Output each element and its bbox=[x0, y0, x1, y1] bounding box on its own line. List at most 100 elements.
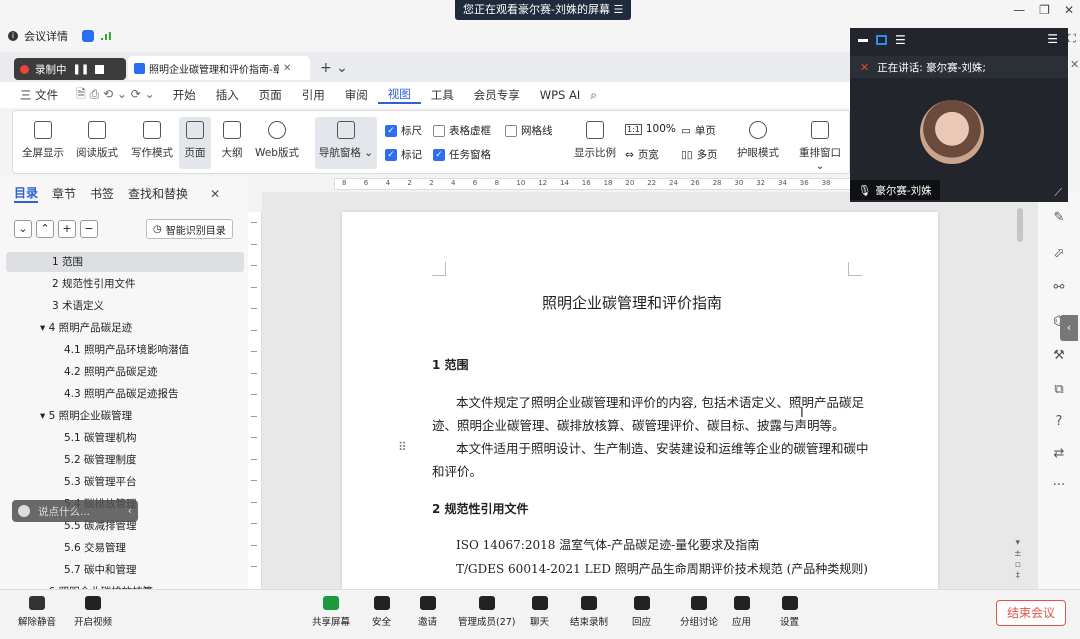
ruler-checkbox[interactable]: ✓ 标尺 bbox=[385, 123, 422, 138]
expand-icon[interactable]: ⌃ bbox=[36, 220, 54, 238]
mark-checkbox[interactable]: ✓ 标记 bbox=[385, 147, 422, 162]
layout-icon[interactable]: ☰ bbox=[1047, 32, 1058, 46]
add-icon[interactable]: + bbox=[58, 220, 76, 238]
close-tab-icon[interactable]: ✕ bbox=[283, 63, 291, 74]
toc-item[interactable]: 5.7 碳中和管理 bbox=[6, 560, 244, 580]
menu-file[interactable]: 三 文件 bbox=[10, 87, 68, 103]
document-page[interactable]: 照明企业碳管理和评价指南 1 范围 本文件规定了照明企业碳管理和评价的内容, 包… bbox=[342, 212, 938, 589]
collapse-panel-icon[interactable]: ‹ bbox=[1060, 315, 1078, 341]
tab-chapter[interactable]: 章节 bbox=[52, 185, 76, 202]
task-pane-checkbox[interactable]: ✓ 任务窗格 bbox=[433, 147, 491, 162]
writing-mode-button[interactable]: 写作模式 bbox=[126, 117, 178, 160]
restore-icon[interactable]: ❐ bbox=[1039, 3, 1050, 17]
emoji-icon[interactable] bbox=[18, 505, 30, 517]
scroll-nav-icons[interactable]: ▾ ± ▫ ‡ bbox=[1014, 538, 1022, 582]
minimize-icon[interactable] bbox=[858, 38, 868, 42]
document-tab[interactable]: 照明企业碳管理和评价指南-章 ✕ bbox=[128, 56, 310, 80]
screen-share-banner[interactable]: 您正在观看豪尔赛-刘姝的屏幕 ☰ bbox=[455, 0, 632, 20]
new-tab-button[interactable]: + ⌄ bbox=[320, 60, 348, 76]
menu-page[interactable]: 页面 bbox=[249, 87, 292, 103]
end-recording-button[interactable]: 结束录制 bbox=[570, 596, 608, 628]
menu-review[interactable]: 审阅 bbox=[335, 87, 378, 103]
share-icon[interactable]: ⧉ bbox=[1038, 382, 1080, 397]
toc-item[interactable]: 4.3 照明产品碳足迹报告 bbox=[6, 384, 244, 404]
page-view-button[interactable]: 页面 bbox=[179, 117, 211, 169]
toc-item[interactable]: 2 规范性引用文件 bbox=[6, 274, 244, 294]
manage-members-button[interactable]: 管理成员(27) bbox=[458, 596, 516, 628]
smart-toc-button[interactable]: ◷ 智能识别目录 bbox=[146, 219, 233, 239]
translate-icon[interactable]: ⇄ bbox=[1038, 446, 1080, 461]
toc-item[interactable]: 5.1 碳管理机构 bbox=[6, 428, 244, 448]
toc-item[interactable]: 5.6 交易管理 bbox=[6, 538, 244, 558]
toc-item[interactable]: ▾ 4 照明产品碳足迹 bbox=[6, 318, 244, 338]
menu-member[interactable]: 会员专享 bbox=[464, 87, 530, 103]
select-icon[interactable]: ⬀ bbox=[1038, 246, 1080, 261]
fullscreen-button[interactable]: 全屏显示 bbox=[19, 117, 67, 160]
rearrange-window-button[interactable]: 重排窗口 ⌄ bbox=[793, 117, 847, 172]
menu-reference[interactable]: 引用 bbox=[292, 87, 335, 103]
breakout-button[interactable]: 分组讨论 bbox=[680, 596, 718, 628]
zoom-ratio-button[interactable]: 显示比例 bbox=[571, 117, 619, 160]
window-icon[interactable] bbox=[876, 35, 887, 45]
outline-button[interactable]: 大纲 bbox=[215, 117, 249, 160]
more-icon[interactable]: ··· bbox=[1038, 478, 1080, 493]
settings-button[interactable]: 设置 bbox=[780, 596, 799, 628]
video-panel[interactable]: ☰ ☰ ✕ 正在讲话: 豪尔赛-刘姝; 🎙 豪尔赛-刘姝 ⟋ bbox=[850, 28, 1068, 202]
unmute-button[interactable]: 解除静音 bbox=[18, 596, 56, 628]
expand-icon[interactable]: ⛶ bbox=[1068, 32, 1076, 46]
menu-view[interactable]: 视图 bbox=[377, 86, 421, 104]
chevron-left-icon[interactable]: ‹ bbox=[128, 505, 132, 517]
toc-item[interactable]: 4.2 照明产品碳足迹 bbox=[6, 362, 244, 382]
pen-icon[interactable]: ✎ bbox=[1038, 210, 1080, 225]
menu-home[interactable]: 开始 bbox=[163, 87, 206, 103]
multi-page-button[interactable]: ▯▯ 多页 bbox=[681, 147, 718, 162]
recording-indicator[interactable]: 录制中 ❚❚ bbox=[14, 58, 126, 80]
quick-tools[interactable]: 🗎 ⎙ ⟲ ⌄ ⟳ ⌄ bbox=[76, 85, 155, 106]
zoom-100-button[interactable]: 1:1 100% bbox=[625, 123, 676, 135]
toc-item[interactable]: 5.3 碳管理平台 bbox=[6, 472, 244, 492]
gridline-checkbox[interactable]: 网格线 bbox=[505, 123, 553, 138]
table-grid-checkbox[interactable]: 表格虚框 bbox=[433, 123, 491, 138]
resize-handle-icon[interactable]: ⟋ bbox=[1054, 186, 1062, 200]
web-view-button[interactable]: Web版式 bbox=[253, 117, 301, 160]
toc-item[interactable]: ▾ 5 照明企业碳管理 bbox=[6, 406, 244, 426]
doc-scrollbar[interactable] bbox=[1017, 208, 1023, 242]
page-width-button[interactable]: ⇔ 页宽 bbox=[625, 147, 659, 162]
toc-item[interactable]: 5.2 碳管理制度 bbox=[6, 450, 244, 470]
reading-mode-button[interactable]: 阅读版式 bbox=[71, 117, 123, 160]
adjust-icon[interactable]: ⚯ bbox=[1038, 280, 1080, 295]
meeting-details-link[interactable]: 会议详情 bbox=[24, 28, 68, 44]
nav-pane-button[interactable]: 导航窗格 ⌄ bbox=[315, 117, 377, 169]
chat-bubble-input[interactable]: 说点什么... ‹ bbox=[12, 500, 138, 522]
minimize-icon[interactable]: — bbox=[1013, 3, 1025, 17]
apps-button[interactable]: 应用 bbox=[732, 596, 751, 628]
toc-item[interactable]: 1 范围 bbox=[6, 252, 244, 272]
chat-button[interactable]: 聊天 bbox=[530, 596, 549, 628]
reactions-button[interactable]: 回应 bbox=[632, 596, 651, 628]
share-screen-button[interactable]: 共享屏幕 bbox=[312, 596, 350, 628]
close-video-icon[interactable]: ✕ bbox=[1070, 58, 1079, 71]
tab-toc[interactable]: 目录 bbox=[14, 184, 39, 203]
security-button[interactable]: 安全 bbox=[372, 596, 391, 628]
drag-handle-icon[interactable]: ⠿ bbox=[398, 440, 407, 454]
search-icon[interactable]: ⌕ bbox=[590, 88, 597, 103]
menu-tools[interactable]: 工具 bbox=[421, 87, 464, 103]
close-icon[interactable]: ✕ bbox=[1064, 3, 1074, 17]
list-icon[interactable]: ☰ bbox=[895, 33, 906, 47]
tab-find-replace[interactable]: 查找和替换 bbox=[128, 185, 188, 202]
remove-icon[interactable]: − bbox=[80, 220, 98, 238]
tab-bookmark[interactable]: 书签 bbox=[90, 185, 114, 202]
single-page-button[interactable]: ▭ 单页 bbox=[681, 123, 716, 138]
invite-button[interactable]: 邀请 bbox=[418, 596, 437, 628]
start-video-button[interactable]: 开启视频 bbox=[74, 596, 112, 628]
end-meeting-button[interactable]: 结束会议 bbox=[996, 600, 1066, 626]
stop-icon[interactable] bbox=[95, 64, 105, 74]
collapse-icon[interactable]: ⌄ bbox=[14, 220, 32, 238]
toc-item[interactable]: 3 术语定义 bbox=[6, 296, 244, 316]
help-icon[interactable]: ? bbox=[1038, 414, 1080, 429]
close-pane-icon[interactable]: ✕ bbox=[210, 187, 220, 201]
menu-insert[interactable]: 插入 bbox=[206, 87, 249, 103]
pause-icon[interactable]: ❚❚ bbox=[73, 64, 90, 75]
toc-item[interactable]: 4.1 照明产品环境影响潜值 bbox=[6, 340, 244, 360]
tools-icon[interactable]: ⚒ bbox=[1038, 348, 1080, 363]
